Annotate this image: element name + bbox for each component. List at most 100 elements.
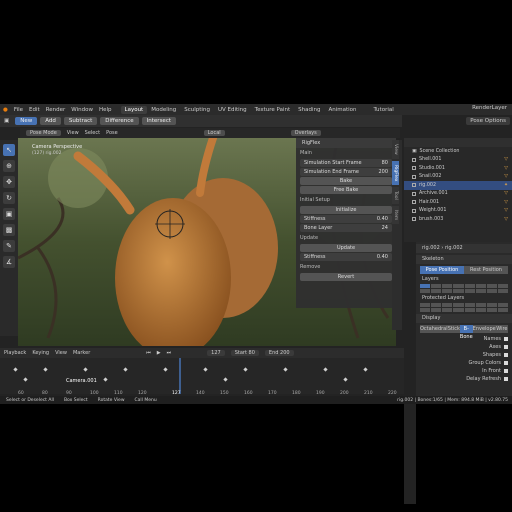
menu-edit[interactable]: Edit [26, 107, 43, 113]
checkbox-icon[interactable] [412, 200, 416, 205]
layer-cell[interactable] [497, 289, 508, 293]
layer-cell[interactable] [464, 289, 475, 293]
tab-shading[interactable]: Shading [294, 106, 324, 114]
sim-end-field[interactable]: Simulation End Frame 200 [300, 168, 392, 176]
stiffness2-field[interactable]: Stiffness 0.40 [300, 253, 392, 261]
viewport-menu-view[interactable]: View [67, 130, 79, 136]
layer-cell[interactable] [497, 284, 508, 288]
cursor-tool-icon[interactable]: ⊕ [3, 160, 15, 172]
tab-layout[interactable]: Layout [120, 105, 148, 114]
layer-cell[interactable] [453, 303, 464, 307]
tab-uv-editing[interactable]: UV Editing [214, 106, 251, 114]
skeleton-section[interactable]: Skeleton [416, 255, 512, 264]
pose-position-button[interactable]: Pose Position [420, 266, 464, 274]
checkbox-icon[interactable] [412, 183, 416, 188]
layer-cell[interactable] [420, 289, 431, 293]
keyframe-marker[interactable] [363, 367, 368, 372]
annotate-tool-icon[interactable]: ✎ [3, 240, 15, 252]
layer-cell[interactable] [420, 284, 431, 288]
timeline-menu-marker[interactable]: Marker [73, 350, 90, 356]
bone-layer-field[interactable]: Bone Layer 24 [300, 224, 392, 232]
display-wire[interactable]: Wire [495, 325, 508, 333]
outliner-item-selected[interactable]: rig.002 ✦ [404, 181, 512, 190]
timeline-menu-keying[interactable]: Keying [32, 350, 49, 356]
group-colors-checkbox[interactable]: Group Colors [420, 359, 508, 367]
timeline-ruler[interactable]: 60 80 90 100 110 120 127 140 150 160 170… [0, 388, 404, 396]
keyframe-marker[interactable] [323, 367, 328, 372]
overlays-dropdown[interactable]: Overlays [290, 130, 321, 136]
bake-button[interactable]: Bake [300, 177, 392, 185]
checkbox-icon[interactable] [504, 337, 508, 341]
update-button[interactable]: Update [300, 244, 392, 252]
layer-cell[interactable] [442, 289, 453, 293]
layer-cell[interactable] [453, 284, 464, 288]
bone-layers-grid[interactable] [420, 284, 508, 293]
delay-refresh-checkbox[interactable]: Delay Refresh [420, 375, 508, 383]
layer-cell[interactable] [486, 303, 497, 307]
layer-cell[interactable] [431, 289, 442, 293]
current-frame-field[interactable]: 127 [207, 350, 225, 356]
keyframe-marker[interactable] [23, 377, 28, 382]
tab-modeling[interactable]: Modeling [147, 106, 180, 114]
mode-add-button[interactable]: Add [40, 117, 61, 125]
jump-end-icon[interactable]: ⏭ [167, 350, 172, 356]
tab-texture-paint[interactable]: Texture Paint [251, 106, 295, 114]
keyframe-marker[interactable] [123, 367, 128, 372]
start-frame-field[interactable]: Start 80 [230, 350, 259, 356]
layer-cell[interactable] [420, 303, 431, 307]
layer-cell[interactable] [442, 284, 453, 288]
tab-item[interactable]: Item [392, 205, 399, 225]
timeline-marker-label[interactable]: Camera.001 [66, 378, 97, 384]
menu-help[interactable]: Help [96, 107, 115, 113]
free-bake-button[interactable]: Free Bake [300, 186, 392, 194]
keyframe-marker[interactable] [163, 367, 168, 372]
play-icon[interactable]: ▶ [157, 350, 161, 356]
keyframe-marker[interactable] [243, 367, 248, 372]
sim-start-field[interactable]: Simulation Start Frame 80 [300, 159, 392, 167]
move-tool-icon[interactable]: ✥ [3, 176, 15, 188]
revert-button[interactable]: Revert [300, 273, 392, 281]
checkbox-icon[interactable] [412, 217, 416, 222]
layer-cell[interactable] [464, 308, 475, 312]
keyframe-marker[interactable] [13, 367, 18, 372]
layer-cell[interactable] [442, 303, 453, 307]
display-stick[interactable]: Stick [447, 325, 460, 333]
blender-logo-icon[interactable]: ● [0, 107, 11, 113]
layer-cell[interactable] [475, 284, 486, 288]
layer-cell[interactable] [497, 308, 508, 312]
outliner-scene-collection[interactable]: ▣ Scene Collection [404, 147, 512, 156]
menu-render[interactable]: Render [43, 107, 69, 113]
checkbox-icon[interactable] [504, 377, 508, 381]
scale-tool-icon[interactable]: ▣ [3, 208, 15, 220]
layer-cell[interactable] [486, 308, 497, 312]
checkbox-icon[interactable] [412, 208, 416, 213]
rotate-tool-icon[interactable]: ↻ [3, 192, 15, 204]
timeline-menu-playback[interactable]: Playback [4, 350, 26, 356]
layer-cell[interactable] [497, 303, 508, 307]
keyframe-marker[interactable] [103, 377, 108, 382]
layer-cell[interactable] [475, 289, 486, 293]
layer-cell[interactable] [431, 284, 442, 288]
keyframe-marker[interactable] [43, 367, 48, 372]
outliner-item[interactable]: brush.003 ▽ [404, 215, 512, 224]
menu-window[interactable]: Window [68, 107, 96, 113]
layer-cell[interactable] [453, 289, 464, 293]
display-octahedral[interactable]: Octahedral [420, 325, 448, 333]
layer-cell[interactable] [420, 308, 431, 312]
display-bbone[interactable]: B-Bone [459, 325, 473, 340]
pivot-dropdown[interactable]: Local [203, 130, 225, 136]
layer-cell[interactable] [486, 284, 497, 288]
tab-rigflex[interactable]: RigFlex [392, 160, 399, 186]
viewport-menu-select[interactable]: Select [85, 130, 100, 136]
outliner-item[interactable]: Snail.002 ▽ [404, 173, 512, 182]
tab-view[interactable]: View [392, 140, 399, 159]
end-frame-field[interactable]: End 200 [264, 350, 294, 356]
layer-cell[interactable] [464, 303, 475, 307]
checkbox-icon[interactable] [412, 166, 416, 171]
protected-layers-grid[interactable] [420, 303, 508, 312]
tab-tool[interactable]: Tool [392, 187, 399, 204]
initialize-button[interactable]: Initialize [300, 206, 392, 214]
outliner-item[interactable]: Hair.001 ▽ [404, 198, 512, 207]
checkbox-icon[interactable] [412, 174, 416, 179]
measure-tool-icon[interactable]: ∡ [3, 256, 15, 268]
